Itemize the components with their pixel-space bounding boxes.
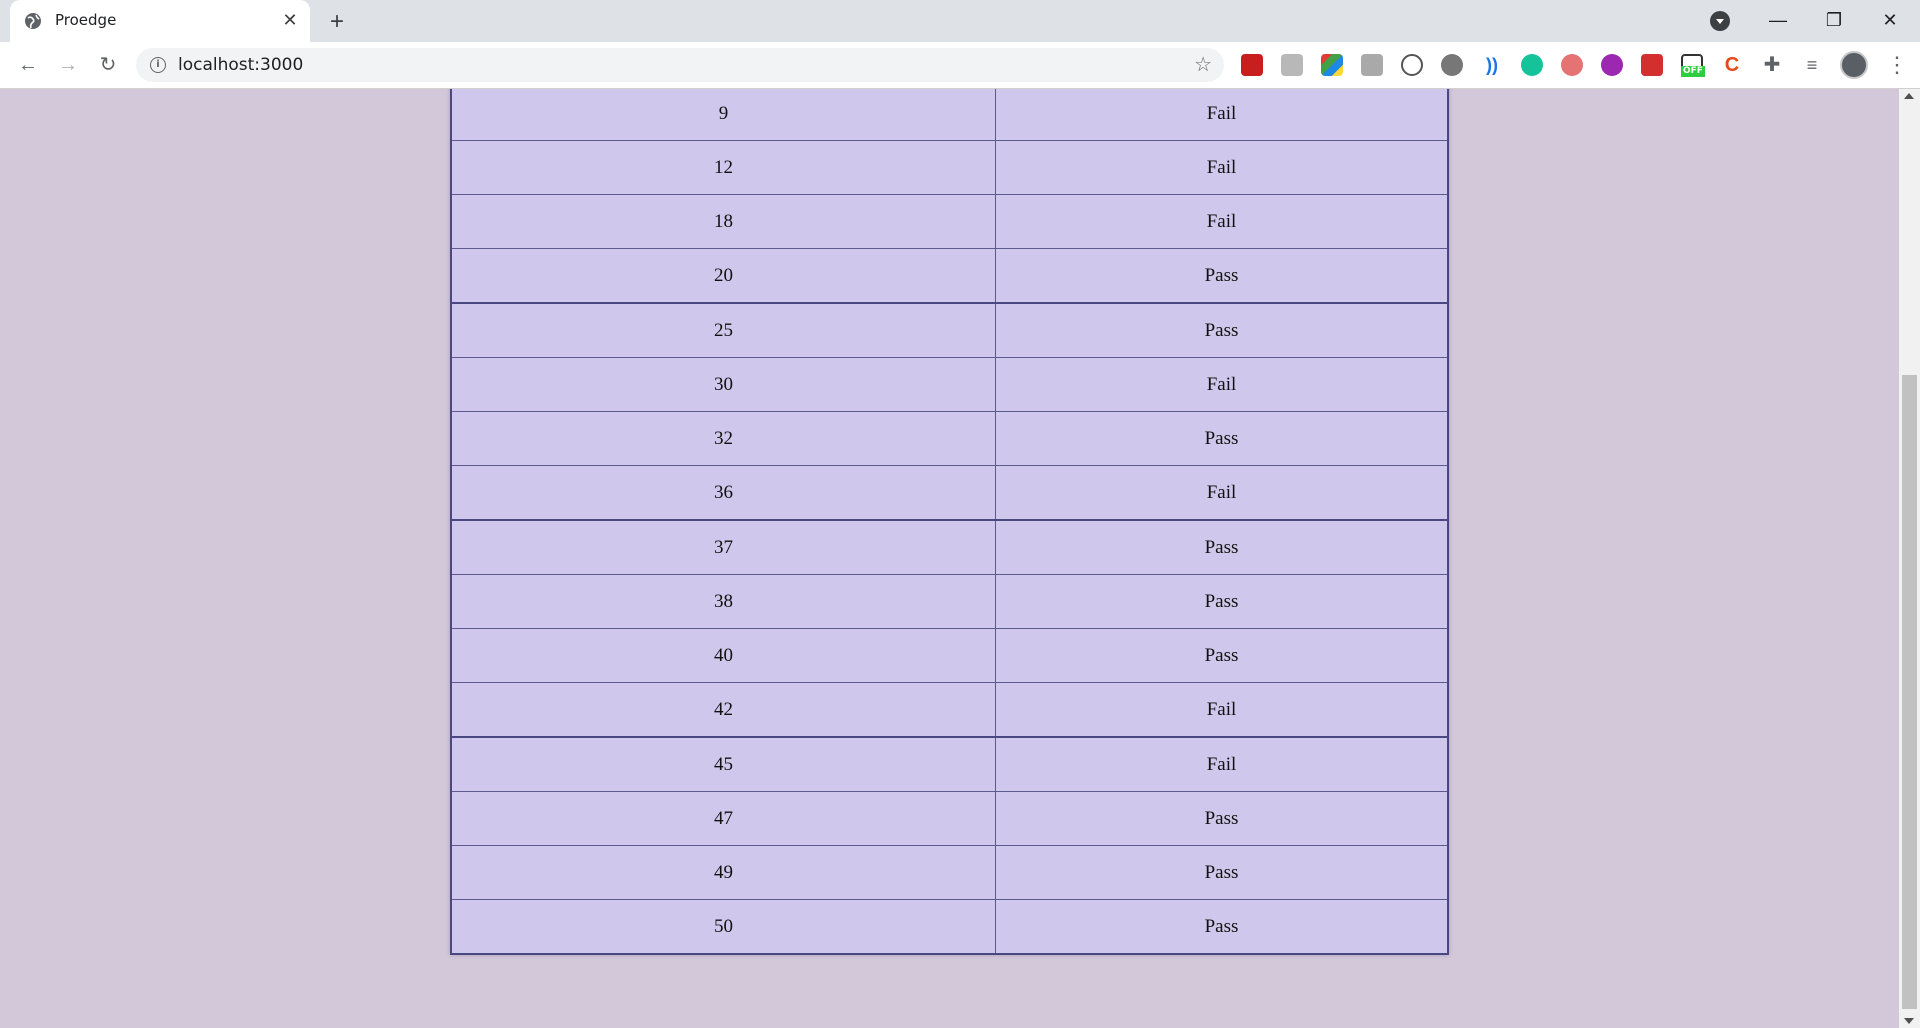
wave-extension-icon[interactable]: ))	[1481, 54, 1503, 76]
table-row: 20 Pass	[450, 248, 1449, 304]
result-cell: Fail	[995, 89, 1449, 141]
result-cell: Pass	[995, 248, 1449, 304]
close-tab-icon[interactable]: ✕	[280, 10, 300, 30]
tab-search-icon[interactable]	[1710, 11, 1730, 31]
value-cell: 25	[450, 302, 996, 358]
scrollbar-thumb[interactable]	[1902, 375, 1917, 1009]
forward-arrow-icon[interactable]: →	[53, 50, 83, 80]
scroll-up-icon[interactable]	[1904, 93, 1914, 99]
adobe-acrobat-icon[interactable]	[1241, 54, 1263, 76]
off-badge-extension-icon[interactable]: OFF	[1681, 54, 1705, 77]
purple-extension-icon[interactable]	[1601, 54, 1623, 76]
value-cell: 12	[450, 140, 996, 195]
minimize-button[interactable]: —	[1750, 0, 1806, 42]
value-cell: 38	[450, 574, 996, 629]
bookmark-star-icon[interactable]: ☆	[1194, 52, 1212, 77]
value-cell: 49	[450, 845, 996, 900]
table-row: 47 Pass	[450, 791, 1449, 846]
result-cell: Pass	[995, 791, 1449, 846]
table-row: 9 Fail	[450, 89, 1449, 141]
cloud-extension-icon[interactable]	[1561, 54, 1583, 76]
reload-icon[interactable]: ↻	[93, 50, 123, 80]
vertical-scrollbar[interactable]	[1899, 89, 1920, 1028]
browser-toolbar: ← → ↻ i localhost:3000 ☆ )) OFF C ✚ ≡ ⋮	[0, 42, 1920, 89]
value-cell: 50	[450, 899, 996, 955]
result-cell: Fail	[995, 736, 1449, 792]
value-cell: 36	[450, 465, 996, 521]
results-table: 9 Fail 12 Fail 18 Fail 20 Pass 25 Pass 30 Fail 32 Pas…	[450, 89, 1449, 955]
table-row: 49 Pass	[450, 845, 1449, 900]
result-cell: Pass	[995, 411, 1449, 466]
tab-strip: Proedge ✕ + — ❐ ✕	[0, 0, 1920, 42]
address-bar[interactable]: i localhost:3000 ☆	[136, 48, 1224, 82]
table-row: 40 Pass	[450, 628, 1449, 683]
red-extension-icon[interactable]	[1641, 54, 1663, 76]
browser-tab[interactable]: Proedge ✕	[10, 0, 310, 42]
table-row: 50 Pass	[450, 899, 1449, 955]
result-cell: Fail	[995, 465, 1449, 521]
table-row: 18 Fail	[450, 194, 1449, 249]
close-window-button[interactable]: ✕	[1862, 0, 1918, 42]
puzzle-icon[interactable]: ✚	[1761, 54, 1783, 76]
result-cell: Pass	[995, 845, 1449, 900]
value-cell: 20	[450, 248, 996, 304]
tab-title: Proedge	[55, 11, 117, 29]
result-cell: Fail	[995, 194, 1449, 249]
table-row: 30 Fail	[450, 357, 1449, 412]
result-cell: Pass	[995, 574, 1449, 629]
value-cell: 18	[450, 194, 996, 249]
value-cell: 42	[450, 682, 996, 738]
avatar[interactable]	[1840, 51, 1868, 79]
table-row: 38 Pass	[450, 574, 1449, 629]
table-row: 45 Fail	[450, 736, 1449, 792]
page-viewport: 9 Fail 12 Fail 18 Fail 20 Pass 25 Pass 30 Fail 32 Pas…	[0, 89, 1899, 1028]
c-extension-icon[interactable]: C	[1721, 54, 1743, 76]
value-cell: 45	[450, 736, 996, 792]
reader-icon[interactable]	[1361, 54, 1383, 76]
table-row: 25 Pass	[450, 302, 1449, 358]
off-badge: OFF	[1681, 66, 1705, 77]
globe-icon	[25, 13, 41, 29]
result-cell: Fail	[995, 140, 1449, 195]
restore-button[interactable]: ❐	[1806, 0, 1862, 42]
table-row: 12 Fail	[450, 140, 1449, 195]
result-cell: Pass	[995, 302, 1449, 358]
table-row: 42 Fail	[450, 682, 1449, 738]
back-arrow-icon[interactable]: ←	[13, 50, 43, 80]
extension-grey-icon[interactable]	[1281, 54, 1303, 76]
scroll-down-icon[interactable]	[1904, 1018, 1914, 1024]
reading-list-icon[interactable]: ≡	[1801, 54, 1823, 76]
kebab-menu-icon[interactable]: ⋮	[1886, 50, 1908, 80]
table-row: 32 Pass	[450, 411, 1449, 466]
value-cell: 47	[450, 791, 996, 846]
grammarly-icon[interactable]	[1521, 54, 1543, 76]
circle-extension-icon[interactable]	[1441, 54, 1463, 76]
value-cell: 37	[450, 519, 996, 575]
value-cell: 32	[450, 411, 996, 466]
table-row: 37 Pass	[450, 519, 1449, 575]
table-row: 36 Fail	[450, 465, 1449, 521]
value-cell: 9	[450, 89, 996, 141]
result-cell: Fail	[995, 357, 1449, 412]
result-cell: Pass	[995, 628, 1449, 683]
extension-colored-grid-icon[interactable]	[1321, 54, 1343, 76]
url-text[interactable]: localhost:3000	[178, 55, 303, 75]
new-tab-button[interactable]: +	[324, 9, 350, 35]
result-cell: Fail	[995, 682, 1449, 738]
value-cell: 30	[450, 357, 996, 412]
result-cell: Pass	[995, 519, 1449, 575]
value-cell: 40	[450, 628, 996, 683]
site-info-icon[interactable]: i	[150, 57, 166, 73]
result-cell: Pass	[995, 899, 1449, 955]
code-viewer-icon[interactable]	[1401, 54, 1423, 76]
